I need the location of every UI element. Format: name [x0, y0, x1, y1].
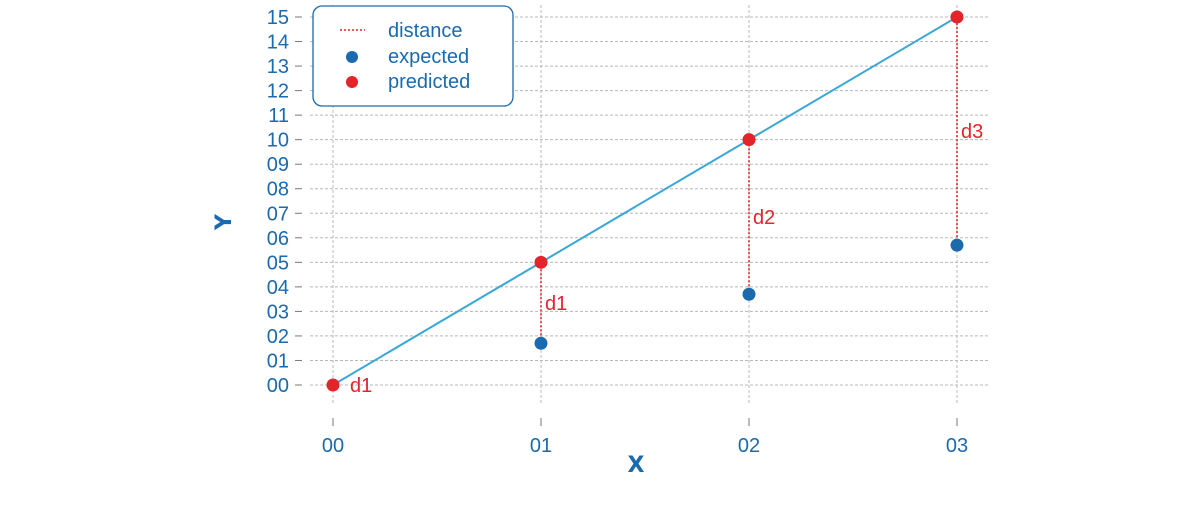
x-tick-label: 02 — [738, 435, 760, 457]
distance-label: d2 — [753, 207, 775, 229]
x-tick-label: 03 — [946, 435, 968, 457]
predicted-point — [534, 255, 548, 269]
expected-point — [534, 336, 548, 350]
expected-point — [742, 287, 756, 301]
y-axis-label: Y — [212, 213, 237, 231]
y-tick-label: 04 — [267, 277, 289, 299]
y-tick-label: 09 — [267, 154, 289, 176]
legend-label-predicted: predicted — [388, 71, 470, 93]
predicted-point — [742, 133, 756, 147]
y-tick-label: 05 — [267, 252, 289, 274]
chart: 0001020304050607080910111213141500 01 02 03… — [212, 5, 990, 478]
y-tick-label: 11 — [268, 105, 289, 127]
y-tick-label: 08 — [267, 179, 289, 201]
y-tick-label: 10 — [267, 130, 289, 152]
y-tick-label: 03 — [267, 301, 289, 323]
x-axis-label: X — [628, 453, 645, 478]
predicted-point — [326, 378, 340, 392]
y-tick-label: 00 — [267, 375, 289, 397]
legend-expected-marker — [346, 51, 358, 63]
x-tick-label: 01 — [530, 435, 552, 457]
y-tick-label: 01 — [267, 350, 289, 372]
legend-label-expected: expected — [388, 46, 469, 68]
y-tick-label: 12 — [267, 81, 289, 103]
y-tick-label: 13 — [267, 56, 289, 78]
y-tick-label: 07 — [267, 203, 289, 225]
y-tick-label: 02 — [267, 326, 289, 348]
x-tick-label: 00 — [322, 435, 344, 457]
distance-label: d1 — [545, 293, 567, 315]
y-tick-label: 06 — [267, 228, 289, 250]
legend: distance expected predicted — [312, 5, 514, 107]
legend-label-distance: distance — [388, 20, 463, 42]
y-tick-label: 14 — [267, 32, 289, 54]
distance-label: d3 — [961, 121, 983, 143]
distance-label: d1 — [350, 375, 372, 397]
legend-predicted-marker — [346, 76, 358, 88]
predicted-point — [950, 10, 964, 24]
expected-point — [950, 238, 964, 252]
y-tick-label: 15 — [267, 7, 289, 29]
